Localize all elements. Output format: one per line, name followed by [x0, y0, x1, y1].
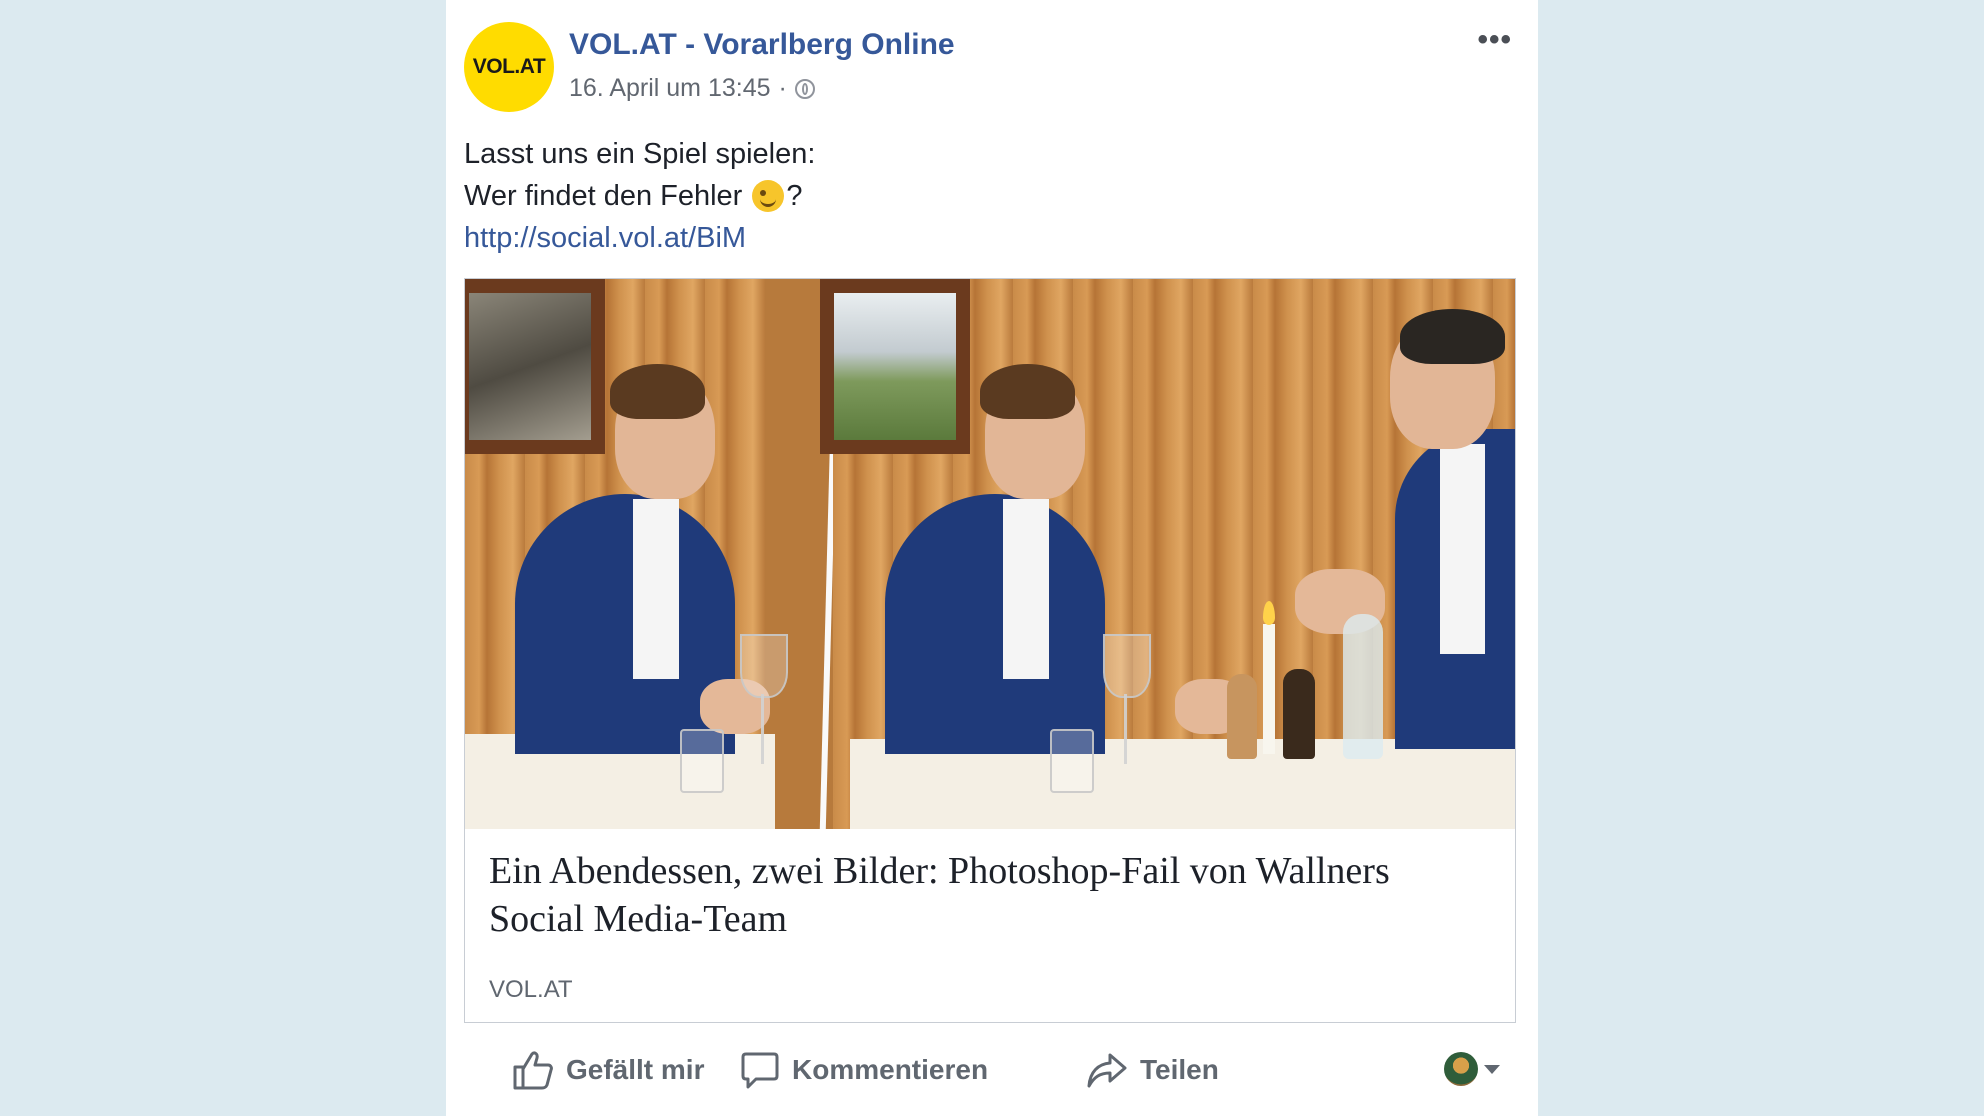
- water-glass-right: [1050, 729, 1094, 793]
- comment-label: Kommentieren: [792, 1054, 989, 1085]
- globe-icon[interactable]: [794, 78, 815, 99]
- link-preview-title[interactable]: Ein Abendessen, zwei Bilder: Photoshop-F…: [489, 847, 1489, 943]
- post-text: Lasst uns ein Spiel spielen: Wer findet …: [464, 133, 815, 259]
- post-text-line-2-main: Wer findet den Fehler: [464, 180, 743, 212]
- wine-glass-left: [740, 634, 788, 698]
- avatar-logo-text: VOL.AT: [472, 55, 546, 78]
- post-link[interactable]: http://social.vol.at/BiM: [464, 217, 815, 259]
- thumbs-up-icon: [513, 1051, 553, 1090]
- winking-face-icon: [752, 180, 785, 212]
- post-timestamp[interactable]: 16. April um 13:45: [569, 74, 771, 103]
- post-text-line-2-suffix: ?: [786, 180, 803, 212]
- wine-glass-right: [1103, 634, 1151, 698]
- profile-avatar-icon: [1444, 1052, 1478, 1086]
- more-options-button[interactable]: •••: [1477, 25, 1512, 55]
- post-text-line-2: Wer findet den Fehler ?: [464, 175, 815, 217]
- person-middle-suit: [885, 494, 1105, 754]
- link-preview-card[interactable]: Ein Abendessen, zwei Bilder: Photoshop-F…: [464, 278, 1516, 1023]
- post-text-line-1: Lasst uns ein Spiel spielen:: [464, 138, 816, 170]
- person-right-hair: [1400, 309, 1505, 364]
- candle: [1263, 624, 1275, 754]
- water-bottle: [1343, 614, 1383, 759]
- link-preview-domain: VOL.AT: [489, 976, 573, 1003]
- like-button[interactable]: Gefällt mir: [512, 1040, 704, 1100]
- wine-glass-left-stem: [761, 694, 764, 764]
- facebook-post-card: VOL.AT VOL.AT - Vorarlberg Online 16. Ap…: [446, 0, 1538, 1116]
- picture-frame-old-photo: [465, 279, 605, 454]
- page-name-link[interactable]: VOL.AT - Vorarlberg Online: [569, 28, 955, 62]
- pepper-mill: [1283, 669, 1315, 759]
- page-avatar[interactable]: VOL.AT: [464, 22, 554, 112]
- audience-selector[interactable]: [1444, 1052, 1500, 1086]
- salt-shaker: [1227, 674, 1257, 759]
- post-actions-bar: Gefällt mir Kommentieren Teilen: [446, 1040, 1538, 1100]
- water-glass-left: [680, 729, 724, 793]
- person-left-shirt: [633, 499, 679, 679]
- comment-button[interactable]: Kommentieren: [740, 1040, 988, 1100]
- person-middle-hair: [980, 364, 1075, 419]
- comment-icon: [741, 1052, 779, 1089]
- meta-separator: ·: [778, 74, 787, 102]
- wine-glass-right-stem: [1124, 694, 1127, 764]
- chevron-down-icon: [1484, 1064, 1500, 1074]
- person-middle-shirt: [1003, 499, 1049, 679]
- person-left-hair: [610, 364, 705, 419]
- share-arrow-icon: [1087, 1053, 1127, 1088]
- link-preview-image[interactable]: [465, 279, 1515, 829]
- like-label: Gefällt mir: [566, 1054, 705, 1085]
- share-label: Teilen: [1140, 1054, 1219, 1085]
- post-meta: 16. April um 13:45 ·: [569, 74, 815, 103]
- share-button[interactable]: Teilen: [1086, 1040, 1219, 1100]
- picture-frame-mountain: [820, 279, 970, 454]
- person-right-shirt: [1440, 444, 1485, 654]
